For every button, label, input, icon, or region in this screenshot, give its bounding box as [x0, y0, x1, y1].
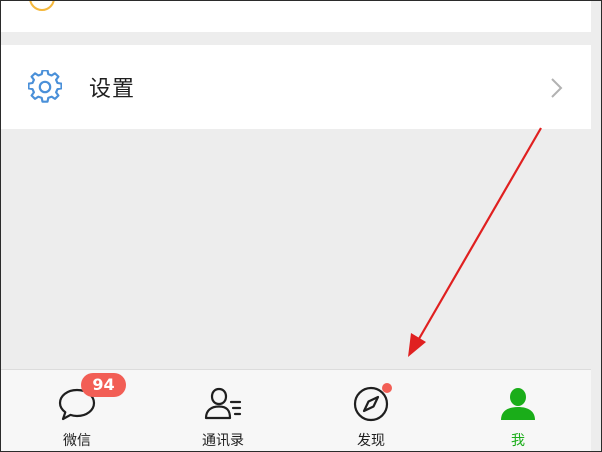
screen: 设置 微信 通讯录 发现 我 94: [0, 0, 602, 452]
tab-label-wechat: 微信: [63, 433, 91, 449]
tab-label-discover: 发现: [357, 433, 385, 449]
discover-new-dot: [382, 383, 392, 393]
previous-row-partial: [1, 1, 601, 32]
tab-label-me: 我: [511, 433, 525, 449]
right-edge: [591, 1, 601, 451]
tab-label-contacts: 通讯录: [202, 433, 244, 449]
unread-badge: 94: [81, 373, 126, 397]
contacts-icon: [204, 387, 242, 420]
person-icon: [501, 388, 535, 420]
empty-content-area: [1, 129, 591, 369]
gear-icon: [28, 70, 62, 103]
partial-icon: [29, 1, 55, 11]
section-gap: [1, 32, 601, 45]
chevron-right-icon: [551, 78, 563, 98]
tab-me[interactable]: 我: [468, 370, 568, 451]
settings-row[interactable]: 设置: [1, 45, 591, 129]
tab-discover[interactable]: 发现: [321, 370, 421, 451]
settings-label: 设置: [89, 77, 136, 102]
tab-contacts[interactable]: 通讯录: [173, 370, 273, 451]
